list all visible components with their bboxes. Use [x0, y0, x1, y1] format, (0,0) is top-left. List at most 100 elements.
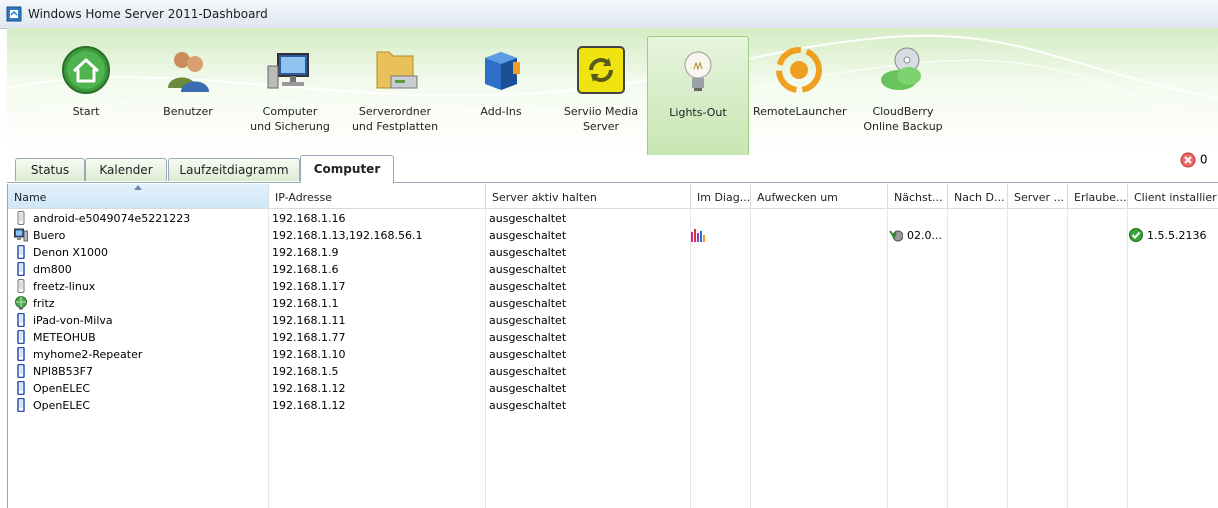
computer-icon: [267, 53, 309, 89]
table-row[interactable]: dm800 192.168.1.6 ausgeschaltet: [8, 261, 1218, 278]
tab-computer[interactable]: Computer: [300, 155, 394, 183]
row-ip: 192.168.1.10: [272, 348, 346, 361]
nav-serverordner-label: Serverordner und Festplatten: [351, 105, 439, 133]
row-ip: 192.168.1.17: [272, 280, 346, 293]
device-icon: [14, 346, 28, 362]
table-row[interactable]: android-e5049074e5221223 192.168.1.16 ausg…: [8, 210, 1218, 227]
globe-icon: [14, 296, 28, 310]
row-name: iPad-von-Milva: [33, 314, 113, 327]
row-keep-awake: ausgeschaltet: [489, 297, 567, 310]
alert-count: 0: [1199, 152, 1208, 167]
row-keep-awake: ausgeschaltet: [489, 280, 567, 293]
row-keep-awake: ausgeschaltet: [489, 399, 567, 412]
table-row[interactable]: METEOHUB 192.168.1.77 ausgeschaltet: [8, 329, 1218, 346]
sort-ascending-icon: [134, 185, 142, 190]
col-header-im-diag[interactable]: Im Diag...: [691, 184, 751, 208]
col-header-name[interactable]: Name: [8, 184, 269, 208]
row-keep-awake: ausgeschaltet: [489, 229, 567, 242]
nav-lightsout-label: Lights-Out: [669, 106, 727, 119]
row-name: OpenELEC: [33, 382, 91, 395]
row-name: Denon X1000: [33, 246, 108, 259]
navigation-ribbon: Start Benutzer Computer und Sicherung Se…: [7, 28, 1218, 155]
error-icon: [1180, 152, 1196, 168]
row-next-wake: 02.0...: [907, 229, 942, 242]
col-header-server[interactable]: Server ...: [1008, 184, 1068, 208]
row-ip: 192.168.1.9: [272, 246, 339, 259]
tab-status[interactable]: Status: [15, 158, 85, 181]
row-name: myhome2-Repeater: [33, 348, 143, 361]
device-icon: [14, 312, 28, 328]
tab-kalender[interactable]: Kalender: [85, 158, 167, 181]
row-ip: 192.168.1.12: [272, 399, 346, 412]
table-row[interactable]: Denon X1000 192.168.1.9 ausgeschaltet: [8, 244, 1218, 261]
folder-drive-icon: [376, 51, 418, 89]
nav-addins[interactable]: Add-Ins: [460, 36, 542, 146]
col-header-naechst[interactable]: Nächst...: [888, 184, 948, 208]
col-header-keep-awake[interactable]: Server aktiv halten: [486, 184, 691, 208]
nav-lightsout[interactable]: Lights-Out: [647, 36, 749, 155]
lightbulb-icon: [684, 51, 712, 91]
diagram-bar-icon[interactable]: [690, 228, 706, 245]
row-keep-awake: ausgeschaltet: [489, 331, 567, 344]
table-row[interactable]: iPad-von-Milva 192.168.1.11 ausgeschaltet: [8, 312, 1218, 329]
table-row[interactable]: OpenELEC 192.168.1.12 ausgeschaltet: [8, 380, 1218, 397]
device-icon: [14, 261, 28, 277]
table-row[interactable]: freetz-linux 192.168.1.17 ausgeschaltet: [8, 278, 1218, 295]
table-row[interactable]: fritz 192.168.1.1 ausgeschaltet: [8, 295, 1218, 312]
title-bar: Windows Home Server 2011-Dashboard: [0, 0, 1218, 29]
table-row[interactable]: OpenELEC 192.168.1.12 ausgeschaltet: [8, 397, 1218, 414]
row-name: Buero: [33, 229, 66, 242]
row-ip: 192.168.1.1: [272, 297, 339, 310]
nav-cloudberry-label: CloudBerry Online Backup: [863, 105, 943, 133]
remotelauncher-icon: [776, 47, 822, 93]
col-header-ip[interactable]: IP-Adresse: [269, 184, 486, 208]
table-row[interactable]: Buero 192.168.1.13,192.168.56.1 ausgeschal…: [8, 227, 1218, 244]
nav-serverordner[interactable]: Serverordner und Festplatten: [349, 36, 441, 146]
phone-icon: [14, 211, 28, 225]
row-ip: 192.168.1.6: [272, 263, 339, 276]
whs-app-icon: [6, 6, 22, 22]
row-ip: 192.168.1.5: [272, 365, 339, 378]
nav-start[interactable]: Start: [45, 36, 127, 146]
row-name: OpenELEC: [33, 399, 91, 412]
col-header-client[interactable]: Client installier: [1128, 184, 1218, 208]
table-row[interactable]: NPI8B53F7 192.168.1.5 ausgeschaltet: [8, 363, 1218, 380]
row-name: freetz-linux: [33, 280, 96, 293]
cloudberry-icon: [881, 47, 921, 90]
row-ip: 192.168.1.77: [272, 331, 346, 344]
addins-box-icon: [485, 52, 520, 90]
row-keep-awake: ausgeschaltet: [489, 314, 567, 327]
row-name: dm800: [33, 263, 72, 276]
row-ip: 192.168.1.12: [272, 382, 346, 395]
alert-indicator[interactable]: 0: [1180, 152, 1207, 168]
home-icon: [62, 46, 110, 94]
device-icon: [14, 329, 28, 345]
check-ok-icon: [1129, 228, 1143, 245]
nav-computer[interactable]: Computer und Sicherung: [249, 36, 331, 146]
col-header-aufwecken[interactable]: Aufwecken um: [751, 184, 888, 208]
row-keep-awake: ausgeschaltet: [489, 382, 567, 395]
device-icon: [14, 397, 28, 413]
col-header-nach-d[interactable]: Nach D...: [948, 184, 1008, 208]
computer-grid: Name IP-Adresse Server aktiv halten Im D…: [7, 184, 1218, 508]
col-header-erlaube[interactable]: Erlaube...: [1068, 184, 1128, 208]
tab-bar: Status Kalender Laufzeitdiagramm Compute…: [7, 155, 1218, 183]
nav-remotelauncher-label: RemoteLauncher: [753, 105, 847, 118]
nav-benutzer[interactable]: Benutzer: [147, 36, 229, 146]
table-row[interactable]: myhome2-Repeater 192.168.1.10 ausgeschalte…: [8, 346, 1218, 363]
row-keep-awake: ausgeschaltet: [489, 365, 567, 378]
row-keep-awake: ausgeschaltet: [489, 263, 567, 276]
nav-remotelauncher[interactable]: RemoteLauncher: [753, 36, 847, 146]
grid-header: Name IP-Adresse Server aktiv halten Im D…: [8, 184, 1218, 209]
device-icon: [14, 380, 28, 396]
nav-serviio-label: Serviio Media Server: [563, 105, 639, 133]
tab-laufzeitdiagramm[interactable]: Laufzeitdiagramm: [168, 158, 300, 181]
nav-cloudberry[interactable]: CloudBerry Online Backup: [857, 36, 949, 146]
row-name: fritz: [33, 297, 55, 310]
device-icon: [14, 244, 28, 260]
nav-computer-label: Computer und Sicherung: [250, 105, 330, 133]
nav-serviio[interactable]: Serviio Media Server: [555, 36, 647, 146]
phone-icon: [14, 279, 28, 293]
users-icon: [168, 52, 209, 92]
monitor-icon: [14, 228, 28, 242]
